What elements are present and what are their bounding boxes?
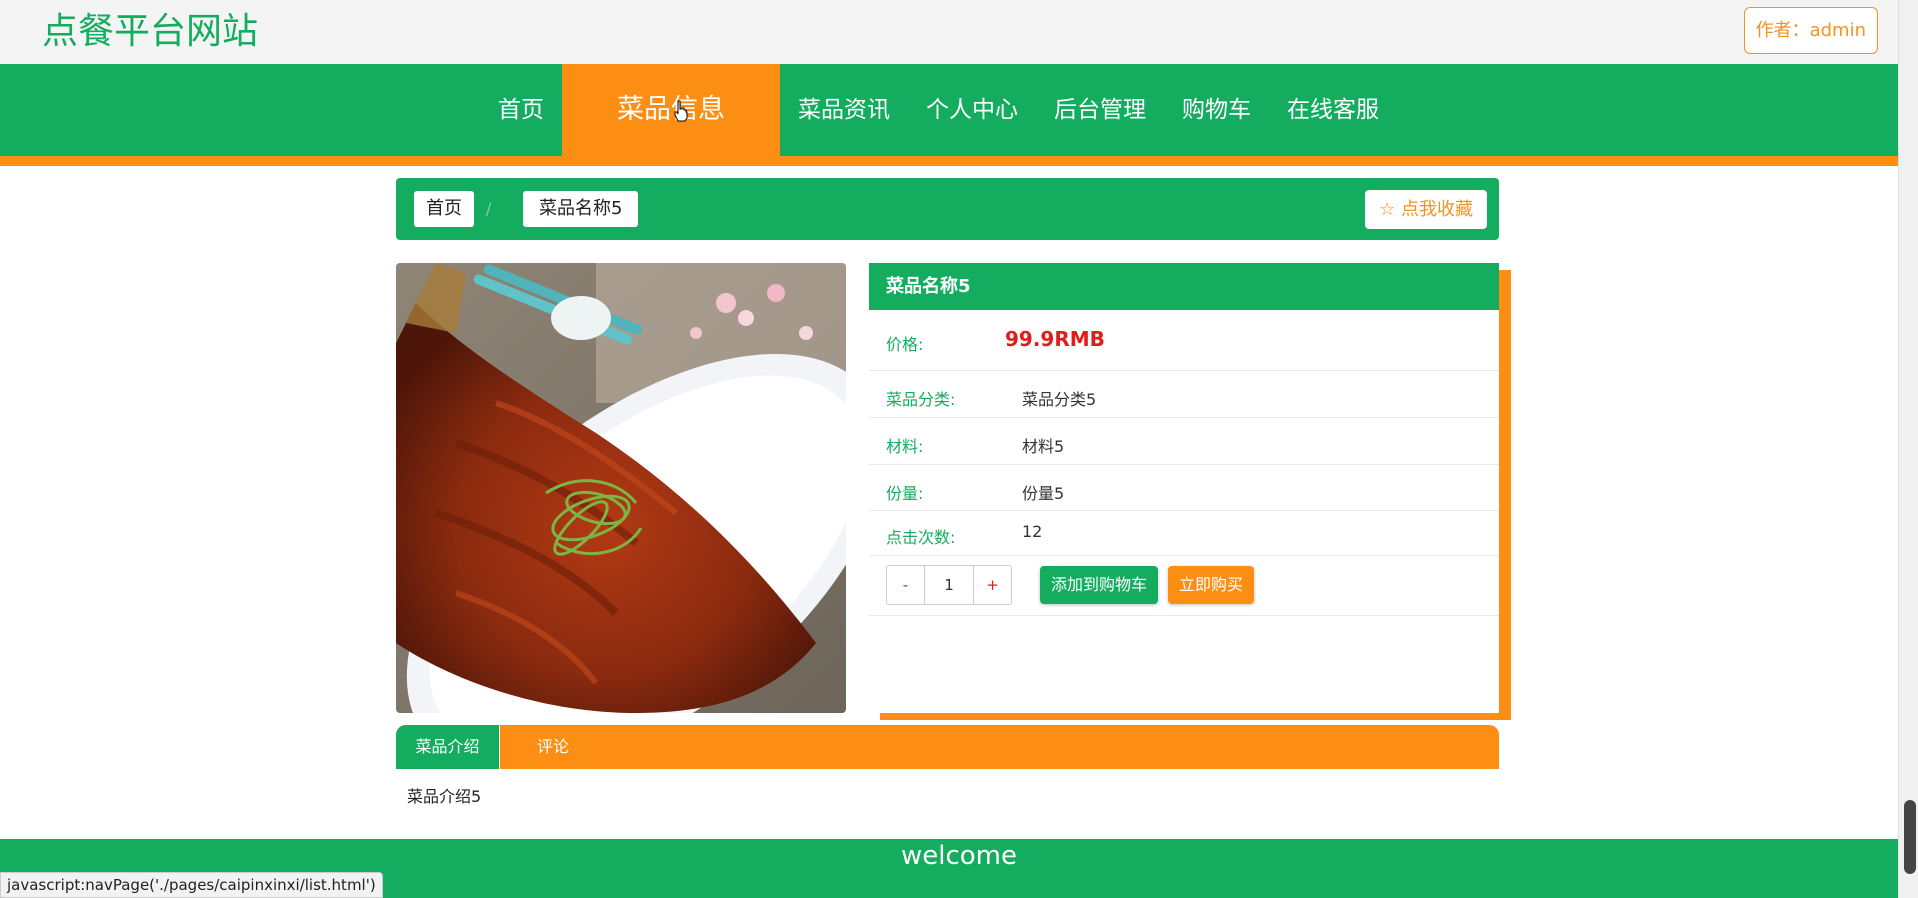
price-row: 价格: 99.9RMB (869, 310, 1499, 371)
category-value: 菜品分类5 (1022, 390, 1097, 409)
nav-item-dish-info[interactable]: 菜品信息 (562, 64, 780, 156)
hand-cursor-icon (674, 100, 688, 122)
detail-tabs: 菜品介绍 评论 (396, 725, 1499, 769)
add-to-cart-button[interactable]: 添加到购物车 (1040, 566, 1159, 604)
material-label: 材料: (886, 437, 924, 456)
top-header: 点餐平台网站 作者：admin (0, 0, 1898, 64)
site-title[interactable]: 点餐平台网站 (42, 6, 258, 58)
detail-panel: 菜品名称5 价格: 99.9RMB 菜品分类: 菜品分类5 材料: 材料5 份量… (869, 263, 1499, 713)
price-label: 价格: (886, 335, 924, 354)
material-value: 材料5 (1022, 437, 1065, 456)
category-label: 菜品分类: (886, 390, 956, 409)
quantity-decrease-button[interactable]: - (887, 566, 924, 604)
nav-accent-stripe (0, 156, 1898, 166)
material-row: 材料: 材料5 (869, 418, 1499, 465)
clicks-value: 12 (1022, 522, 1043, 541)
nav-item-home[interactable]: 首页 (480, 64, 562, 156)
nav-item-customer-service[interactable]: 在线客服 (1269, 64, 1397, 156)
dish-intro-content: 菜品介绍5 (407, 787, 482, 806)
footer-welcome-text: welcome (900, 841, 1017, 871)
clicks-row: 点击次数: 12 (869, 511, 1499, 556)
main-nav: 首页 菜品信息 菜品资讯 个人中心 后台管理 购物车 在线客服 (0, 64, 1898, 156)
browser-status-bar: javascript:navPage('./pages/caipinxinxi/… (0, 872, 383, 898)
page-scrollbar[interactable] (1898, 0, 1918, 898)
tab-comments[interactable]: 评论 (518, 725, 588, 769)
quantity-input[interactable]: 1 (924, 566, 974, 604)
breadcrumb-separator: / (486, 199, 492, 218)
tab-dish-intro[interactable]: 菜品介绍 (396, 725, 500, 769)
breadcrumb-current[interactable]: 菜品名称5 (523, 191, 639, 227)
quantity-increase-button[interactable]: + (974, 566, 1011, 604)
quantity-stepper: - 1 + (886, 565, 1012, 605)
portion-label: 份量: (886, 484, 924, 503)
clicks-label: 点击次数: (886, 528, 956, 547)
buy-now-button[interactable]: 立即购买 (1168, 566, 1255, 604)
scrollbar-thumb[interactable] (1904, 800, 1916, 874)
dish-photo (396, 263, 846, 713)
favorite-button[interactable]: ☆ 点我收藏 (1365, 190, 1487, 229)
nav-item-admin[interactable]: 后台管理 (1036, 64, 1164, 156)
price-value: 99.9RMB (1005, 327, 1105, 351)
nav-item-cart[interactable]: 购物车 (1164, 64, 1269, 156)
product-name: 菜品名称5 (869, 263, 1499, 310)
breadcrumb: 首页 / 菜品名称5 ☆ 点我收藏 (396, 178, 1499, 240)
nav-item-personal-center[interactable]: 个人中心 (908, 64, 1036, 156)
author-button[interactable]: 作者：admin (1743, 7, 1878, 54)
nav-item-dish-news[interactable]: 菜品资讯 (780, 64, 908, 156)
category-row: 菜品分类: 菜品分类5 (869, 371, 1499, 418)
portion-row: 份量: 份量5 (869, 465, 1499, 511)
breadcrumb-home[interactable]: 首页 (414, 191, 474, 227)
nav-list: 首页 菜品信息 菜品资讯 个人中心 后台管理 购物车 在线客服 (480, 64, 1397, 156)
portion-value: 份量5 (1022, 484, 1065, 503)
